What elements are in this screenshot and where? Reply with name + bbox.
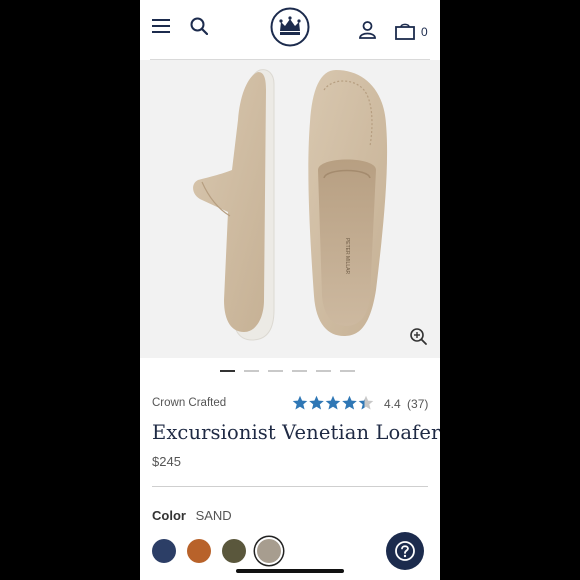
cart-icon[interactable] (395, 23, 415, 45)
star-rating[interactable] (292, 395, 374, 416)
slide-dot-6[interactable] (340, 370, 355, 372)
section-divider (152, 486, 428, 487)
slide-dot-5[interactable] (316, 370, 331, 372)
cart-count[interactable]: 0 (421, 25, 428, 39)
color-swatch-olive[interactable] (222, 539, 246, 563)
star-icon (342, 395, 357, 410)
help-question-icon (395, 541, 415, 561)
home-indicator (236, 569, 344, 573)
slide-dot-1[interactable] (220, 370, 235, 372)
selected-color: SAND (195, 508, 232, 523)
help-button[interactable] (386, 532, 424, 570)
search-icon[interactable] (190, 17, 209, 40)
color-selector-label: Color SAND (152, 508, 232, 523)
color-swatch-cognac[interactable] (187, 539, 211, 563)
zoom-in-icon[interactable] (410, 328, 427, 345)
color-swatch-navy[interactable] (152, 539, 176, 563)
slide-dot-4[interactable] (292, 370, 307, 372)
crown-logo[interactable] (270, 7, 310, 52)
menu-icon[interactable] (152, 18, 170, 39)
star-icon (358, 395, 374, 410)
color-swatch-sand[interactable] (257, 539, 281, 563)
color-label: Color (152, 508, 186, 523)
star-icon (292, 395, 308, 410)
star-icon (325, 395, 341, 410)
product-title: Excursionist Venetian Loafer (152, 421, 440, 444)
product-price: $245 (152, 454, 181, 469)
insole-brand-text: PETER MILLAR (344, 238, 350, 275)
slide-dot-2[interactable] (244, 370, 259, 372)
product-page: 0 PETER MILLAR Crown Crafted 4.4 (37) Ex… (140, 0, 440, 580)
rating-value: 4.4 (384, 397, 401, 411)
collection-label[interactable]: Crown Crafted (152, 397, 226, 409)
gallery-pagination (140, 370, 440, 374)
product-image[interactable]: PETER MILLAR (140, 60, 440, 358)
site-header: 0 (140, 0, 440, 58)
slide-dot-3[interactable] (268, 370, 283, 372)
star-icon (309, 395, 324, 410)
rating-count: (37) (407, 397, 429, 411)
rating-text[interactable]: 4.4 (37) (384, 397, 428, 411)
account-icon[interactable] (359, 21, 376, 44)
